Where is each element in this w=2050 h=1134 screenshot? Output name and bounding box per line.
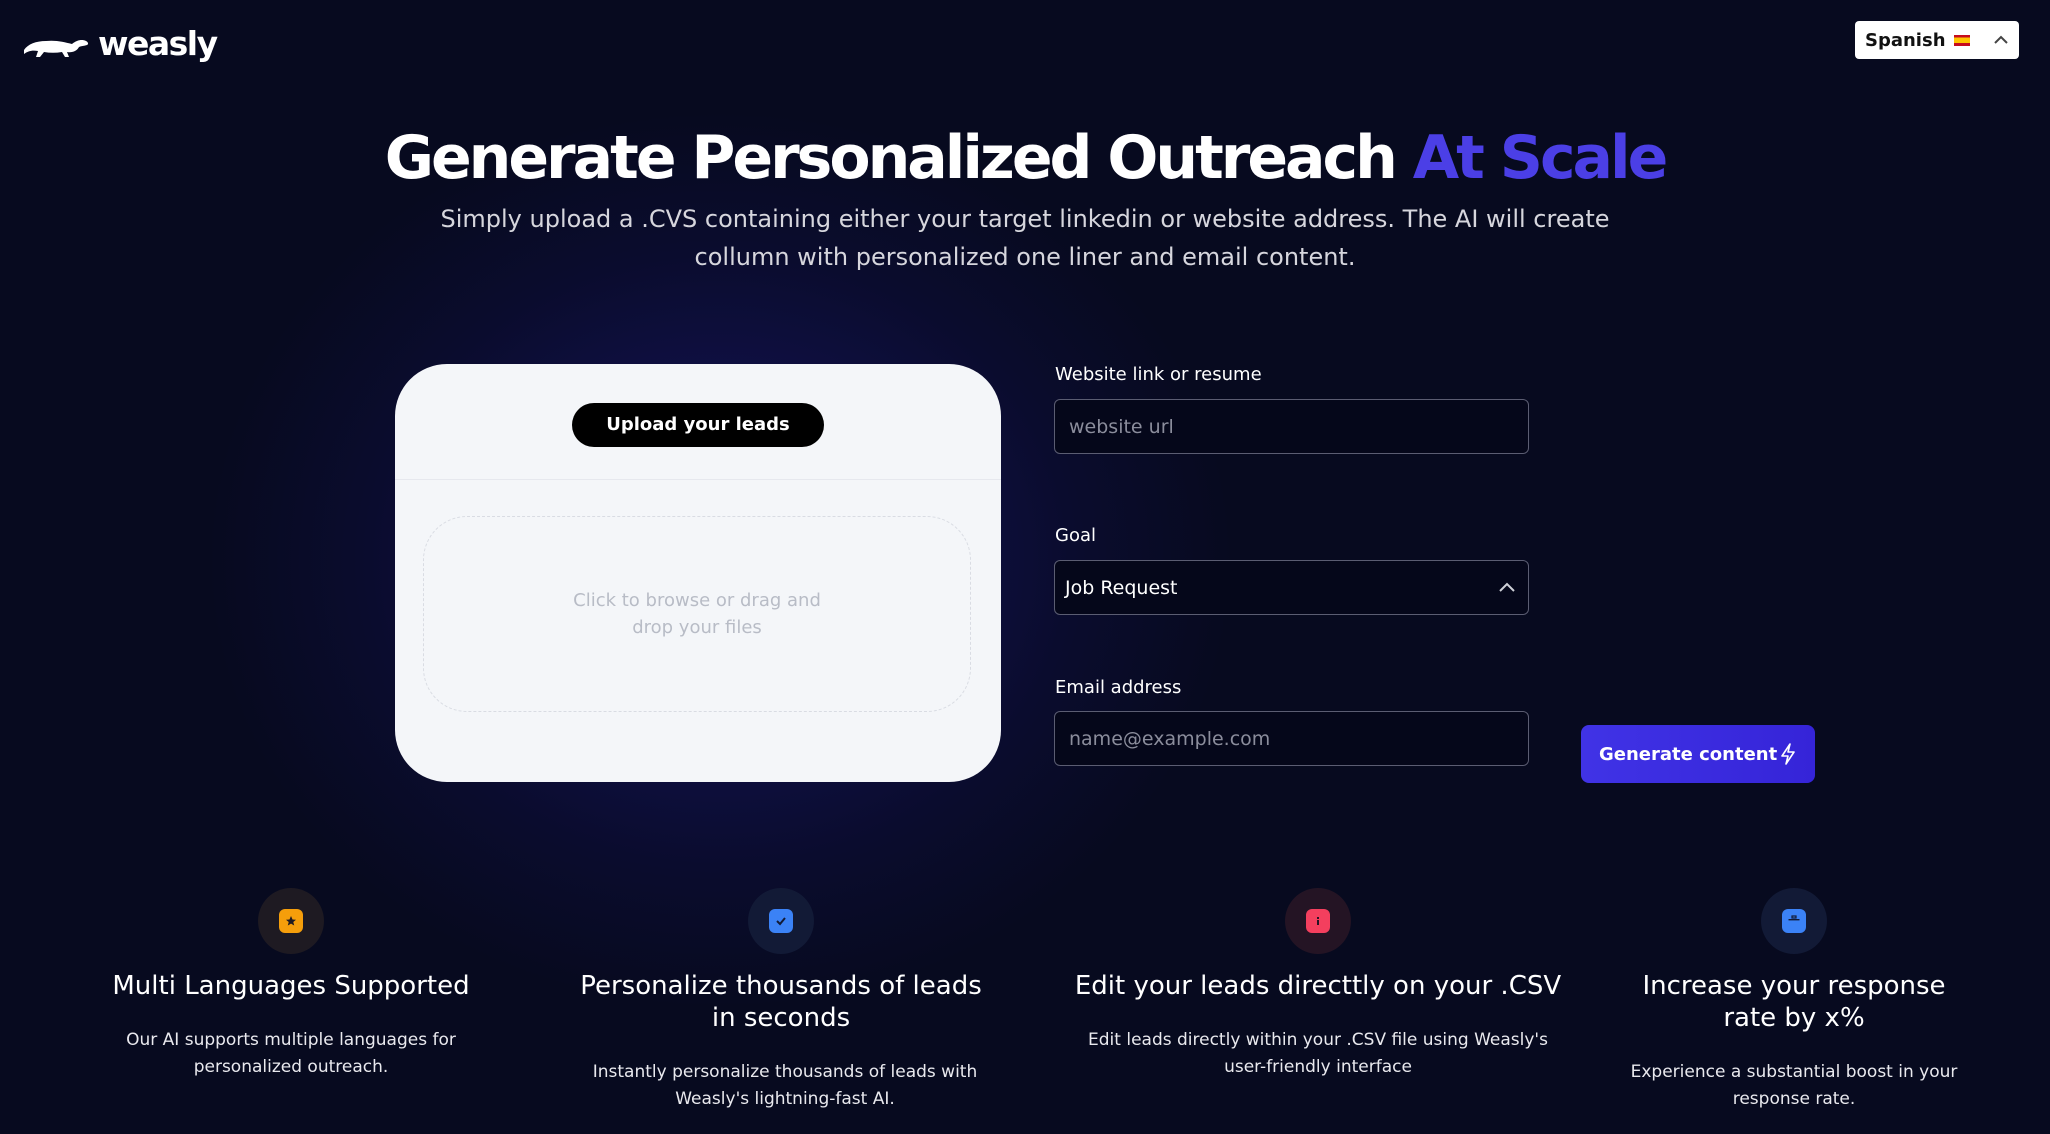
info-icon [1285, 888, 1351, 954]
upload-card-header: Upload your leads [395, 364, 1001, 480]
lightning-icon [1781, 743, 1795, 765]
language-select-value: Spanish [1865, 29, 1946, 51]
generate-content-button[interactable]: Generate content [1581, 725, 1815, 783]
upload-card: Upload your leads Click to browse or dra… [395, 364, 1001, 782]
hero-title-accent: At Scale [1412, 123, 1669, 193]
hero-title: Generate Personalized Outreach At Scale [0, 118, 2050, 198]
hero-subtitle: Simply upload a .CVS containing either y… [440, 205, 1610, 271]
feature-response-rate: Increase your response rate by x% Experi… [1616, 888, 1972, 1113]
dropzone-text: Click to browse or drag and drop your fi… [573, 590, 821, 638]
feature-title: Increase your response rate by x% [1642, 971, 1946, 1033]
email-label: Email address [1055, 677, 1182, 698]
hero-title-main: Generate Personalized Outreach [384, 123, 1398, 193]
website-input[interactable] [1069, 415, 1514, 438]
briefcase-icon [1761, 888, 1827, 954]
website-label: Website link or resume [1055, 364, 1262, 385]
chevron-up-icon [1994, 35, 2008, 44]
file-dropzone[interactable]: Click to browse or drag and drop your fi… [423, 516, 971, 712]
goal-label: Goal [1055, 525, 1096, 546]
goal-select-value: Job Request [1065, 576, 1178, 599]
spain-flag-icon [1953, 34, 1970, 46]
language-select[interactable]: Spanish [1855, 21, 2019, 59]
upload-leads-button[interactable]: Upload your leads [572, 402, 824, 447]
feature-multi-languages: Multi Languages Supported Our AI support… [80, 888, 502, 1081]
logo[interactable]: weasly [22, 23, 218, 66]
ticket-star-icon [258, 888, 324, 954]
feature-title: Personalize thousands of leads in second… [580, 971, 982, 1033]
weasel-logo-icon [24, 40, 89, 57]
feature-description: Experience a substantial boost in your r… [1630, 1062, 1958, 1109]
chevron-up-icon [1499, 582, 1515, 592]
feature-description: Edit leads directly within your .CSV fil… [1088, 1030, 1548, 1077]
feature-title: Edit your leads directtly on your .CSV [1074, 971, 1562, 1001]
goal-select[interactable]: Job Request [1054, 560, 1529, 615]
feature-description: Our AI supports multiple languages for p… [126, 1030, 456, 1077]
website-field[interactable] [1054, 399, 1529, 454]
logo-text: weasly [98, 23, 218, 63]
checkbox-icon [748, 888, 814, 954]
feature-edit-csv: Edit your leads directtly on your .CSV E… [1060, 888, 1576, 1081]
email-field[interactable] [1054, 711, 1529, 766]
email-input[interactable] [1069, 727, 1514, 750]
feature-personalize: Personalize thousands of leads in second… [570, 888, 992, 1113]
generate-content-label: Generate content [1599, 743, 1778, 765]
feature-title: Multi Languages Supported [112, 971, 470, 1001]
feature-description: Instantly personalize thousands of leads… [592, 1062, 978, 1109]
